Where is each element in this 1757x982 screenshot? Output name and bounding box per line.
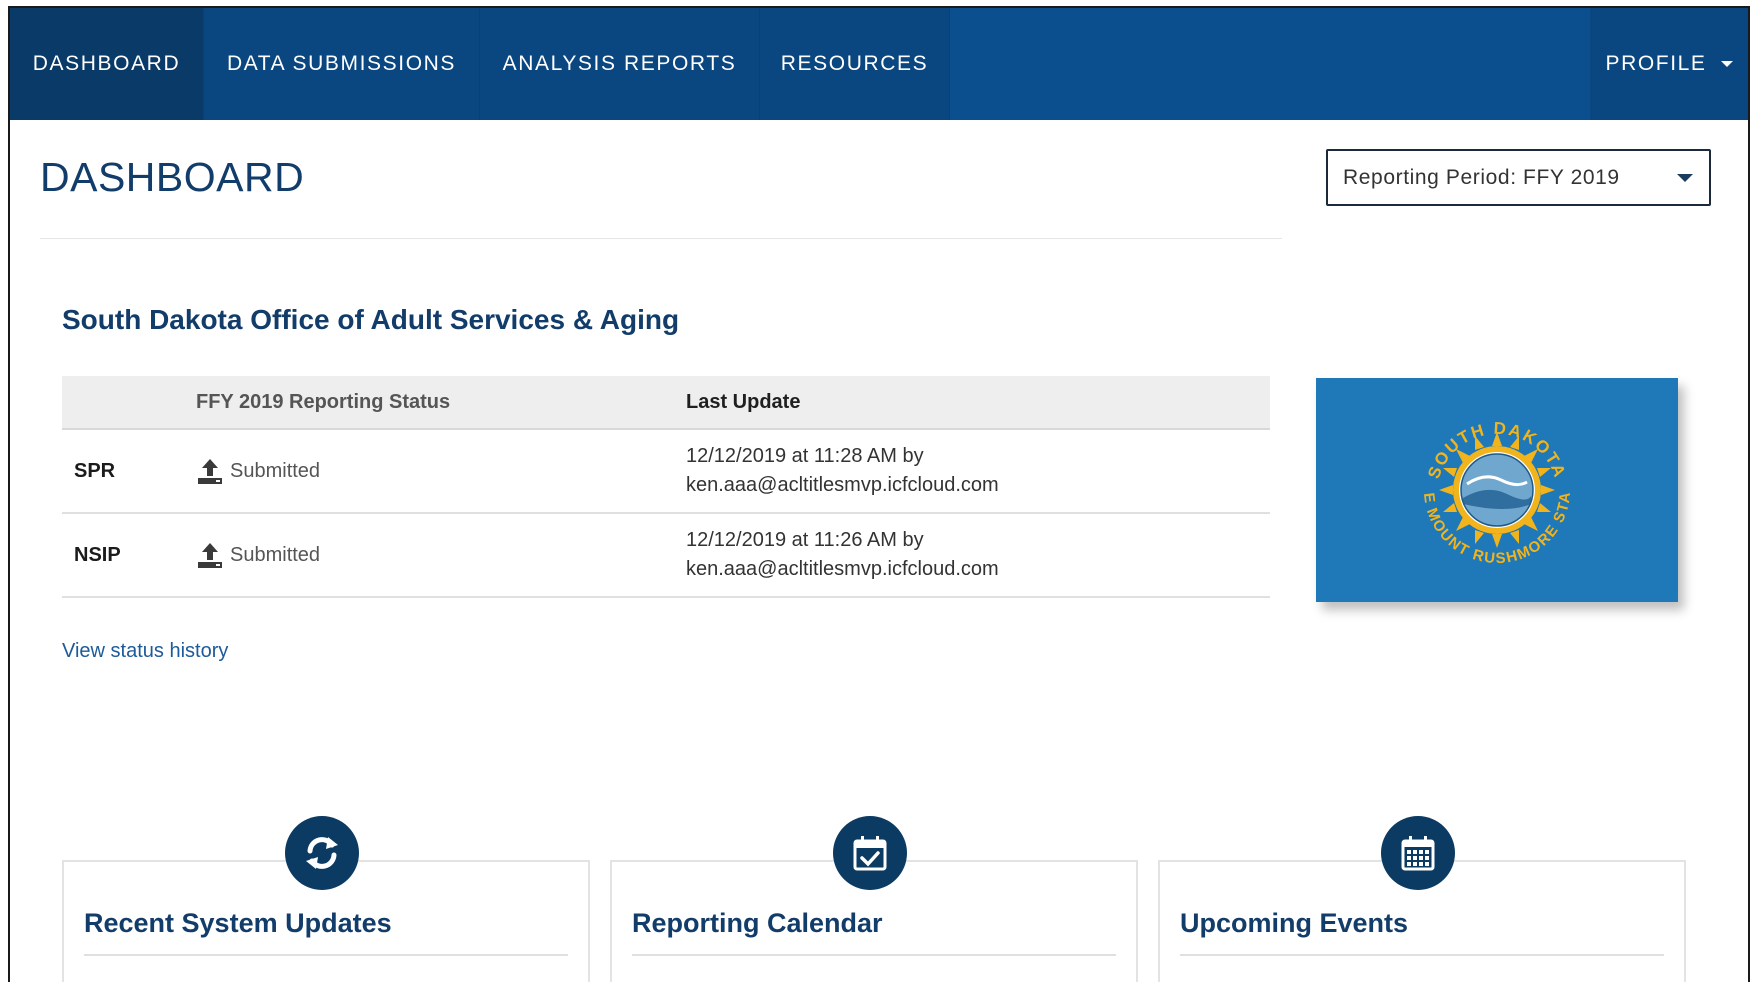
last-update: 12/12/2019 at 11:28 AM by ken.aaa@acltit…: [686, 442, 1270, 500]
calendar-grid-icon: [1381, 816, 1455, 890]
upload-icon: [198, 459, 222, 484]
report-name: NSIP: [74, 543, 121, 566]
upload-icon: [198, 543, 222, 568]
nav-resources[interactable]: RESOURCES: [760, 8, 950, 120]
refresh-icon: [285, 816, 359, 890]
nav-analysis-reports-label: ANALYSIS REPORTS: [502, 52, 737, 75]
nav-data-submissions[interactable]: DATA SUBMISSIONS: [204, 8, 480, 120]
column-header-last-update: Last Update: [686, 390, 801, 413]
reporting-period-select[interactable]: Reporting Period: FFY 2019: [1326, 149, 1711, 206]
nav-profile-label: PROFILE: [1605, 52, 1707, 75]
state-seal-icon: SOUTH DAKOTA THE MOUNT RUSHMORE STATE: [1310, 365, 1573, 567]
last-update: 12/12/2019 at 11:26 AM by ken.aaa@acltit…: [686, 526, 1270, 584]
title-divider: [40, 238, 1282, 239]
card-title: Recent System Updates: [84, 908, 392, 938]
calendar-check-icon: [833, 816, 907, 890]
last-update-user: ken.aaa@acltitlesmvp.icfcloud.com: [686, 558, 999, 580]
card-title: Upcoming Events: [1180, 908, 1409, 938]
chevron-down-icon: [1720, 61, 1733, 67]
card-divider: [632, 954, 1116, 956]
card-divider: [1180, 954, 1664, 956]
nav-data-submissions-label: DATA SUBMISSIONS: [226, 52, 457, 75]
nav-analysis-reports[interactable]: ANALYSIS REPORTS: [480, 8, 760, 120]
page-title: DASHBOARD: [40, 154, 305, 200]
table-row: SPR Submitted 12/12/2019 at 11:28 AM by …: [62, 430, 1270, 514]
last-update-user: ken.aaa@acltitlesmvp.icfcloud.com: [686, 474, 999, 496]
report-status: Submitted: [196, 541, 686, 569]
last-update-time: 12/12/2019 at 11:28 AM by: [686, 445, 924, 467]
app-frame: DASHBOARD DATA SUBMISSIONS ANALYSIS REPO…: [8, 6, 1750, 982]
chevron-down-icon: [1677, 173, 1693, 182]
status-text: Submitted: [230, 543, 321, 566]
card-divider: [84, 954, 568, 956]
table-header: FFY 2019 Reporting Status Last Update: [62, 376, 1270, 430]
reporting-status-table: FFY 2019 Reporting Status Last Update SP…: [62, 376, 1270, 598]
nav-dashboard-label: DASHBOARD: [32, 52, 181, 75]
state-flag-image: SOUTH DAKOTA THE MOUNT RUSHMORE STATE: [1310, 365, 1678, 602]
last-update-time: 12/12/2019 at 11:26 AM by: [686, 529, 924, 551]
view-status-history-link[interactable]: View status history: [62, 640, 228, 663]
report-name: SPR: [74, 459, 116, 482]
table-row: NSIP Submitted 12/12/2019 at 11:26 AM by…: [62, 514, 1270, 598]
top-nav: DASHBOARD DATA SUBMISSIONS ANALYSIS REPO…: [10, 8, 1748, 120]
nav-profile-menu[interactable]: PROFILE: [1590, 8, 1748, 120]
nav-spacer: [950, 8, 1590, 120]
nav-resources-label: RESOURCES: [780, 52, 929, 75]
status-text: Submitted: [230, 459, 321, 482]
report-status: Submitted: [196, 457, 686, 485]
card-title: Reporting Calendar: [632, 908, 883, 938]
reporting-period-value: Reporting Period: FFY 2019: [1343, 165, 1620, 189]
column-header-status: FFY 2019 Reporting Status: [196, 390, 451, 413]
nav-dashboard[interactable]: DASHBOARD: [10, 8, 204, 120]
organization-name: South Dakota Office of Adult Services & …: [62, 304, 680, 335]
